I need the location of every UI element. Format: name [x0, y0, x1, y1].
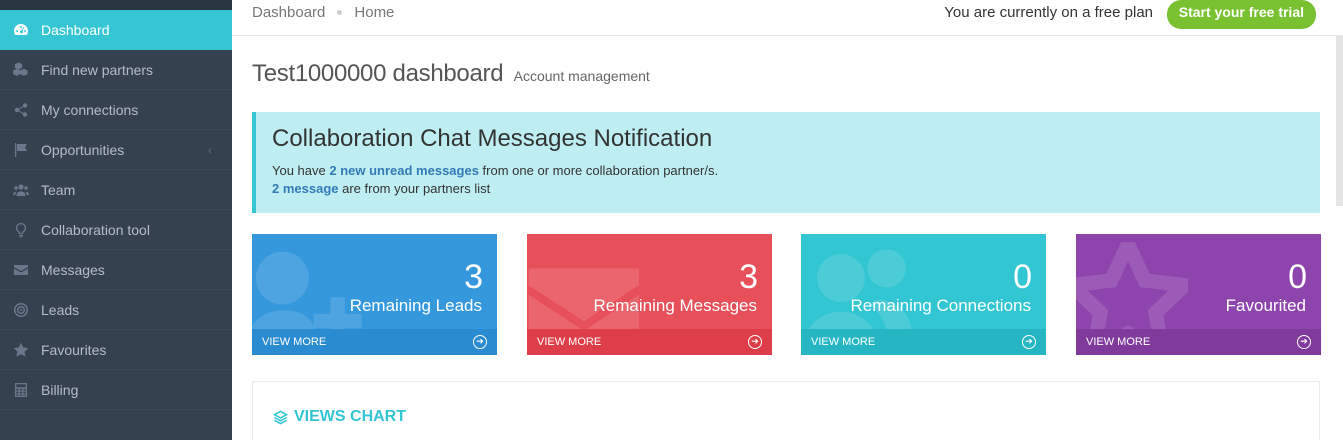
remaining-messages-tile[interactable]: 3 Remaining Messages VIEW MORE ➔ — [527, 234, 772, 355]
panel-title-text: VIEWS CHART — [294, 408, 406, 425]
view-more-link[interactable]: VIEW MORE ➔ — [527, 329, 772, 355]
sidebar-item-my-connections[interactable]: My connections — [0, 90, 232, 130]
arrow-circle-right-icon: ➔ — [1297, 335, 1311, 349]
unread-messages-link[interactable]: 2 new unread messages — [329, 163, 479, 178]
flag-icon — [12, 141, 30, 159]
plan-status-text: You are currently on a free plan — [944, 4, 1153, 21]
view-more-label: VIEW MORE — [1086, 336, 1151, 348]
sidebar-item-dashboard[interactable]: Dashboard — [0, 10, 232, 50]
sidebar-item-label: Leads — [41, 301, 80, 318]
envelope-icon — [12, 261, 30, 279]
sidebar-item-label: Opportunities — [41, 141, 125, 158]
chevron-left-icon: ‹ — [208, 143, 212, 157]
sidebar-item-leads[interactable]: Leads — [0, 290, 232, 330]
sidebar-item-label: My connections — [41, 101, 139, 118]
view-more-label: VIEW MORE — [537, 336, 602, 348]
notification-line2-suffix: are from your partners list — [338, 181, 491, 196]
sidebar-item-label: Team — [41, 181, 76, 198]
arrow-circle-right-icon: ➔ — [748, 335, 762, 349]
views-chart-panel: VIEWS CHART — [252, 381, 1320, 440]
notification-title: Collaboration Chat Messages Notification — [272, 125, 713, 152]
tile-label: Remaining Messages — [593, 296, 757, 315]
lightbulb-icon — [12, 221, 30, 239]
sidebar-item-billing[interactable]: Billing — [0, 370, 232, 410]
page-scrollbar[interactable] — [1336, 36, 1343, 206]
notification-line1-suffix: from one or more collaboration partner/s… — [478, 163, 719, 178]
sidebar-item-label: Collaboration tool — [41, 221, 150, 238]
page-subtitle: Account management — [513, 68, 650, 84]
calculator-icon — [12, 381, 30, 399]
sidebar-item-favourites[interactable]: Favourites — [0, 330, 232, 370]
notification-line-2: 2 message are from your partners list — [272, 180, 1304, 198]
view-more-link[interactable]: VIEW MORE ➔ — [252, 329, 497, 355]
dashboard-icon — [12, 21, 30, 39]
target-icon — [12, 301, 30, 319]
sidebar-item-opportunities[interactable]: Opportunities ‹ — [0, 130, 232, 170]
sidebar-item-team[interactable]: Team — [0, 170, 232, 210]
breadcrumb-dashboard[interactable]: Dashboard — [252, 4, 325, 21]
cubes-icon — [12, 61, 30, 79]
star-icon — [12, 341, 30, 359]
remaining-connections-tile[interactable]: 0 Remaining Connections VIEW MORE ➔ — [801, 234, 1046, 355]
page-title: Test1000000 dashboard Account management — [252, 60, 650, 88]
tile-label: Remaining Connections — [850, 296, 1032, 315]
start-free-trial-button[interactable]: Start your free trial — [1166, 0, 1316, 29]
tile-number: 3 — [464, 258, 483, 296]
tile-number: 3 — [739, 258, 758, 296]
sidebar-item-label: Favourites — [41, 341, 107, 358]
layers-icon — [273, 410, 288, 424]
notification-line-1: You have 2 new unread messages from one … — [272, 162, 1304, 180]
sidebar-item-label: Billing — [41, 381, 79, 398]
view-more-link[interactable]: VIEW MORE ➔ — [1076, 329, 1321, 355]
share-icon — [12, 101, 30, 119]
tile-label: Remaining Leads — [349, 296, 482, 315]
sidebar-top-strip — [0, 0, 232, 10]
sidebar-item-label: Dashboard — [41, 22, 110, 38]
favourited-tile[interactable]: 0 Favourited VIEW MORE ➔ — [1076, 234, 1321, 355]
tile-number: 0 — [1288, 258, 1307, 296]
tile-label: Favourited — [1225, 296, 1306, 315]
remaining-leads-tile[interactable]: 3 Remaining Leads VIEW MORE ➔ — [252, 234, 497, 355]
sidebar-item-label: Find new partners — [41, 61, 154, 78]
arrow-circle-right-icon: ➔ — [1022, 335, 1036, 349]
sidebar-item-label: Messages — [41, 261, 105, 278]
topbar: Dashboard Home You are currently on a fr… — [232, 0, 1343, 36]
users-icon — [12, 181, 30, 199]
view-more-link[interactable]: VIEW MORE ➔ — [801, 329, 1046, 355]
notification-line1-prefix: You have — [272, 163, 330, 178]
breadcrumb: Dashboard Home — [252, 4, 394, 21]
sidebar-item-collaboration-tool[interactable]: Collaboration tool — [0, 210, 232, 250]
tile-number: 0 — [1013, 258, 1032, 296]
arrow-circle-right-icon: ➔ — [473, 335, 487, 349]
panel-title: VIEWS CHART — [273, 408, 406, 426]
breadcrumb-separator — [337, 10, 343, 15]
partner-messages-link[interactable]: 2 message — [272, 181, 339, 196]
sidebar-item-messages[interactable]: Messages — [0, 250, 232, 290]
view-more-label: VIEW MORE — [262, 336, 327, 348]
view-more-label: VIEW MORE — [811, 336, 876, 348]
sidebar-item-find-new-partners[interactable]: Find new partners — [0, 50, 232, 90]
breadcrumb-home[interactable]: Home — [354, 4, 394, 21]
chat-notification: Collaboration Chat Messages Notification… — [252, 112, 1320, 213]
sidebar: Dashboard Find new partners My connectio… — [0, 0, 232, 440]
page-title-text: Test1000000 dashboard — [252, 60, 504, 87]
